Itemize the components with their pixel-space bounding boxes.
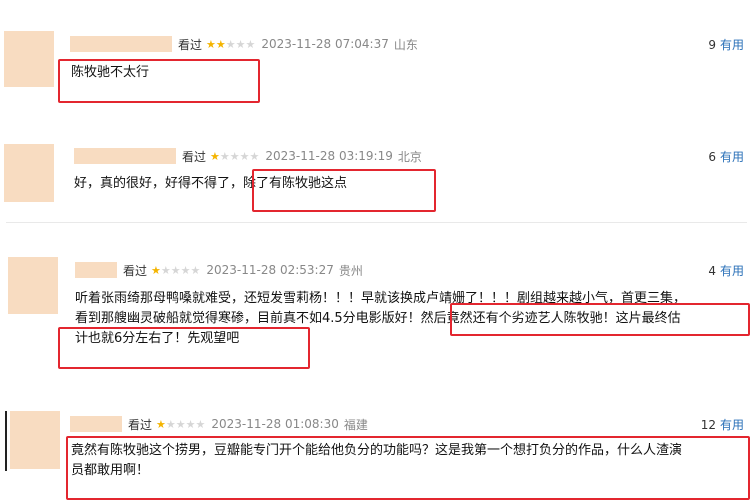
review-line: 员都敢用啊！ — [71, 463, 150, 478]
review-item: 看过 ★ ★ ★ ★ ★ 2023-11-28 01:08:30 福建 12 有用 竟然有… — [0, 0, 750, 500]
review-content: 竟然有陈牧驰这个捞男，豆瓣能专门开个能给他负分的功能吗？这是我第一个想打负分的作… — [71, 441, 682, 481]
vote-area: 12 有用 — [701, 416, 744, 433]
useful-button[interactable]: 有用 — [720, 418, 744, 432]
star-icon: ★ — [165, 417, 176, 431]
star-icon: ★ — [175, 417, 186, 431]
review-line: 竟然有陈牧驰这个捞男，豆瓣能专门开个能给他负分的功能吗？这是我第一个想打负分的作… — [71, 443, 683, 458]
username[interactable] — [70, 416, 122, 432]
review-time: 2023-11-28 01:08:30 — [211, 417, 339, 431]
star-icon: ★ — [185, 417, 196, 431]
rating-stars: ★ ★ ★ ★ ★ — [156, 419, 205, 430]
avatar[interactable] — [10, 411, 60, 469]
review-meta: 看过 ★ ★ ★ ★ ★ 2023-11-28 01:08:30 福建 — [70, 416, 368, 432]
review-location: 福建 — [343, 417, 368, 432]
star-icon: ★ — [195, 417, 206, 431]
star-icon: ★ — [156, 417, 166, 431]
left-bar — [5, 411, 7, 471]
vote-count: 12 — [700, 418, 716, 432]
watch-status: 看过 — [128, 417, 153, 432]
